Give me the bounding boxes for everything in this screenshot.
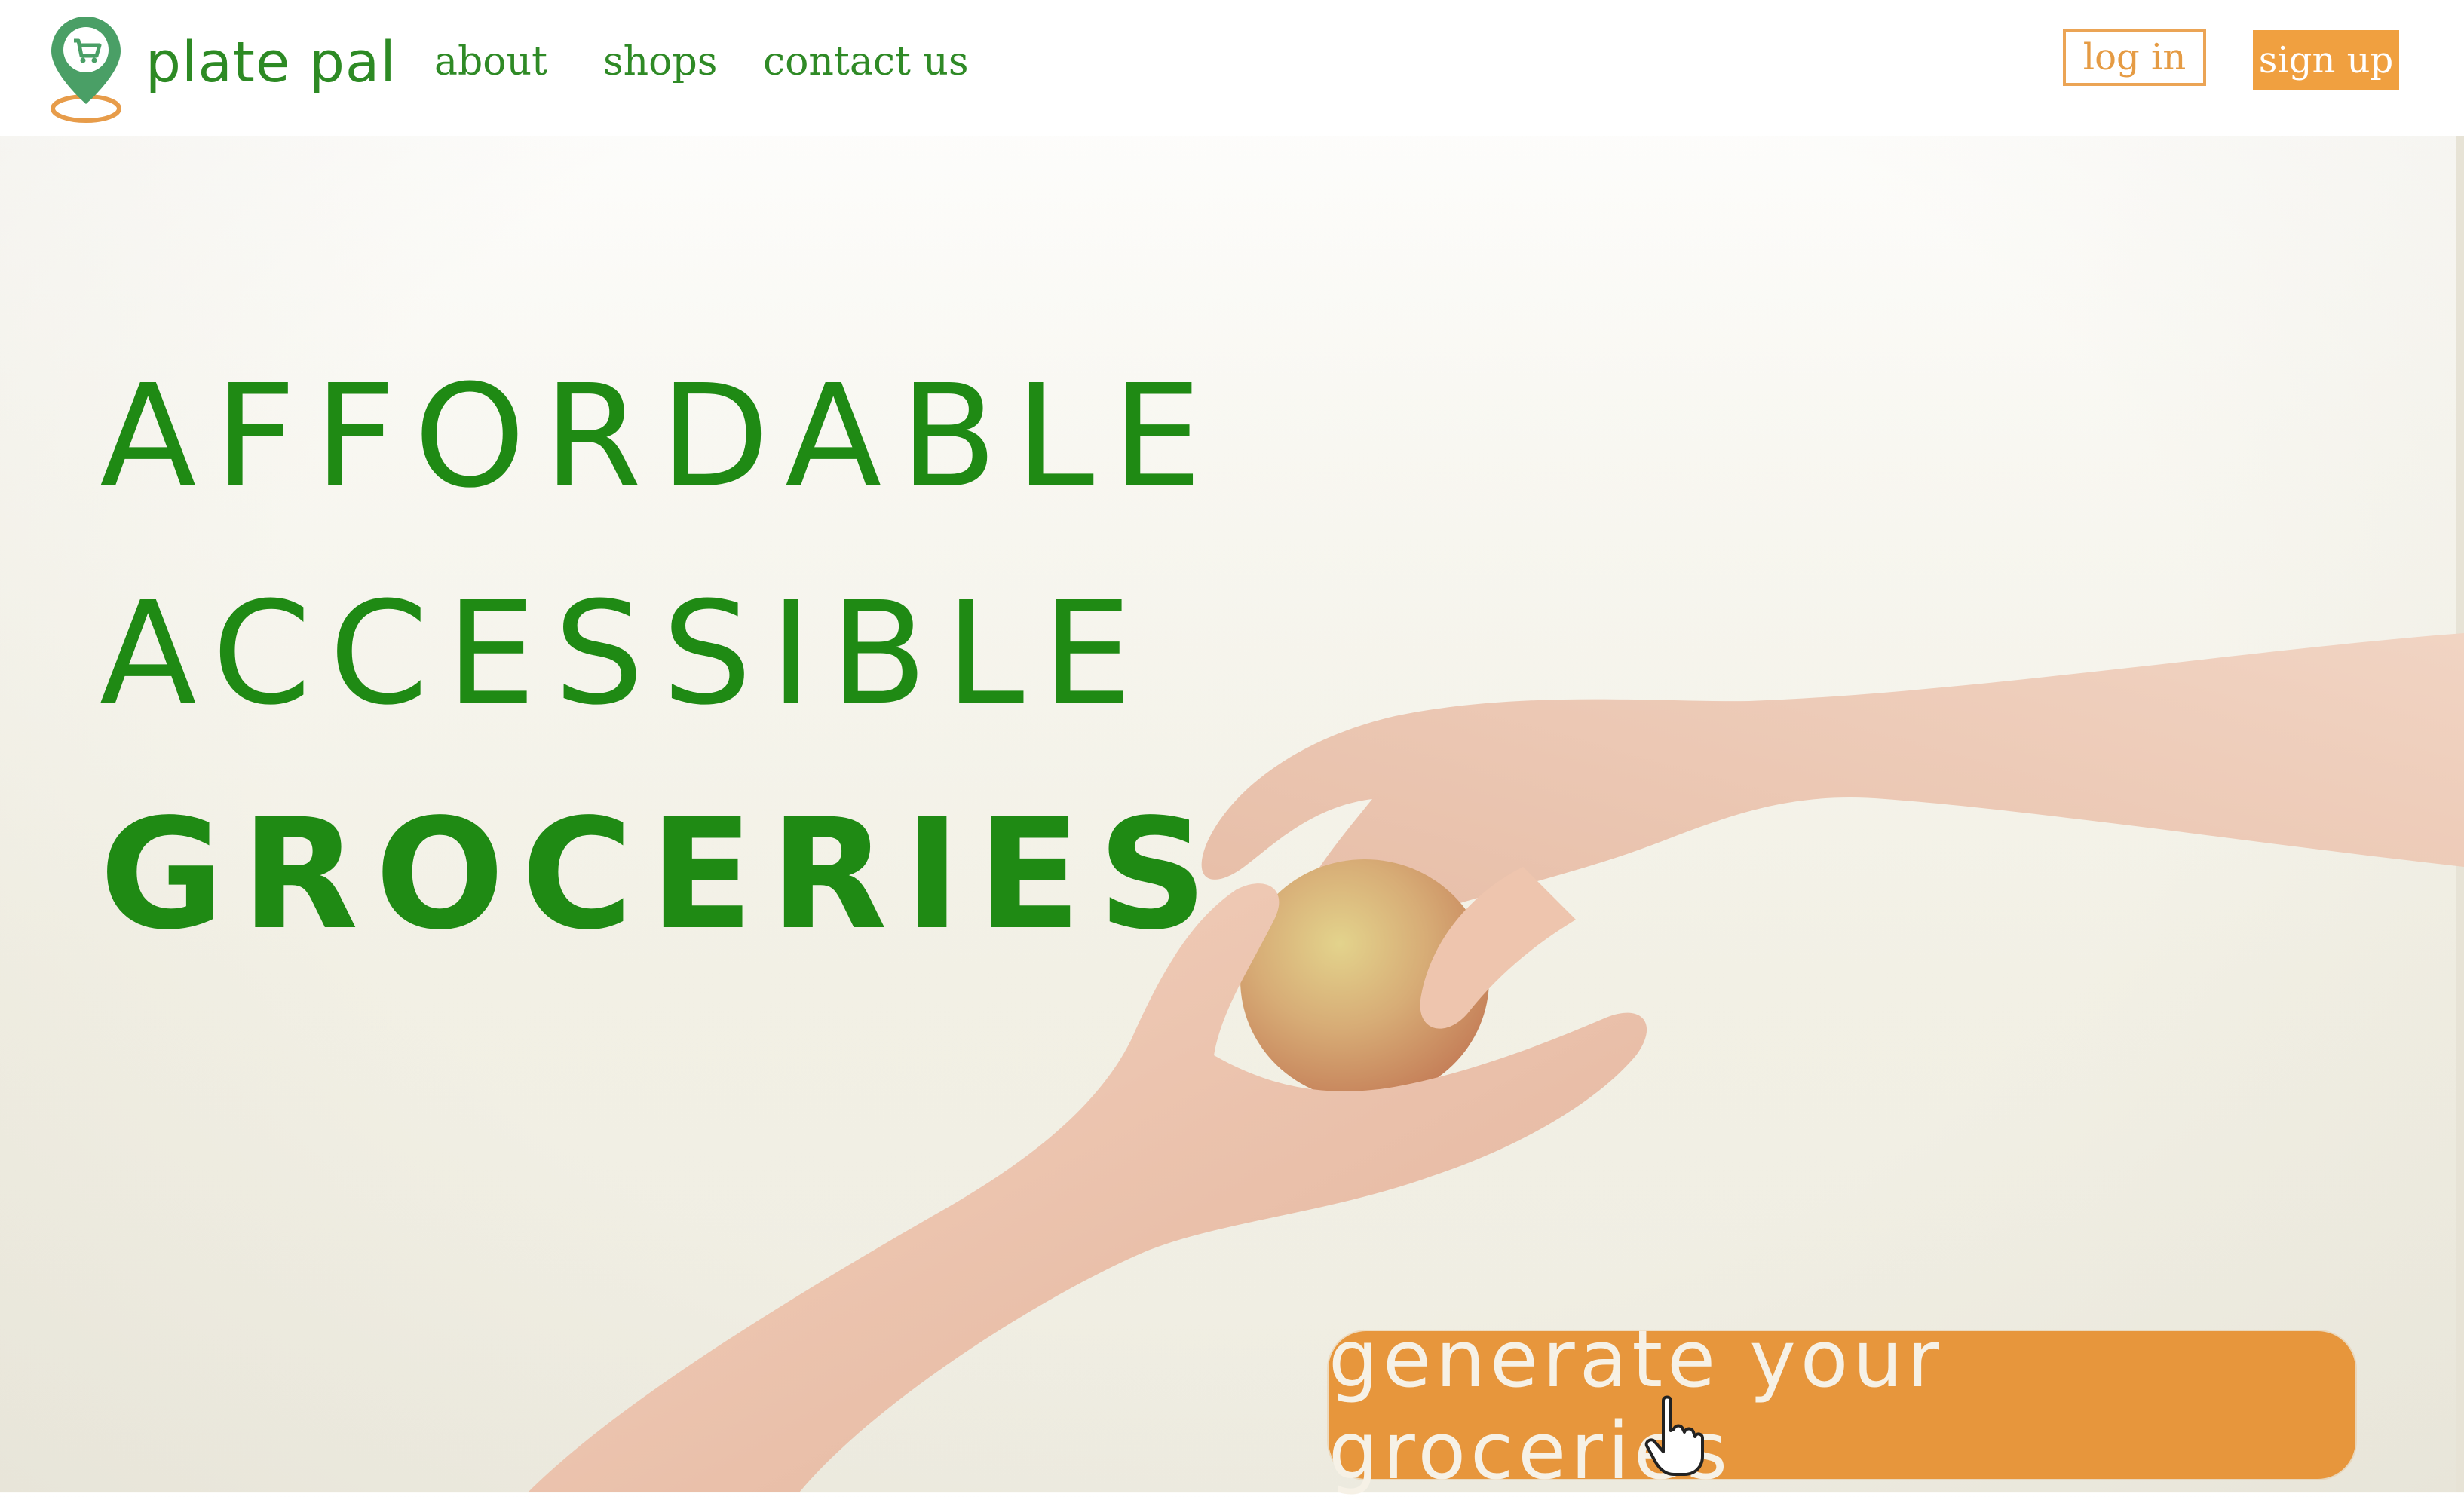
brand-name[interactable]: plate pal [146,30,397,95]
generate-groceries-button[interactable]: generate your groceries [1329,1313,2355,1497]
nav-about[interactable]: about [434,39,547,84]
hand-pointer-icon [1644,1395,1704,1476]
login-button[interactable]: log in [2063,29,2206,86]
site-header: plate pal about shops contact us log in … [0,0,2464,136]
signup-button[interactable]: sign up [2253,30,2399,90]
map-pin-cart-icon[interactable] [47,12,133,125]
nav-shops[interactable]: shops [603,39,717,84]
nav-contact-us[interactable]: contact us [763,39,969,84]
hero-line-affordable: AFFORDABLE [100,354,1221,519]
